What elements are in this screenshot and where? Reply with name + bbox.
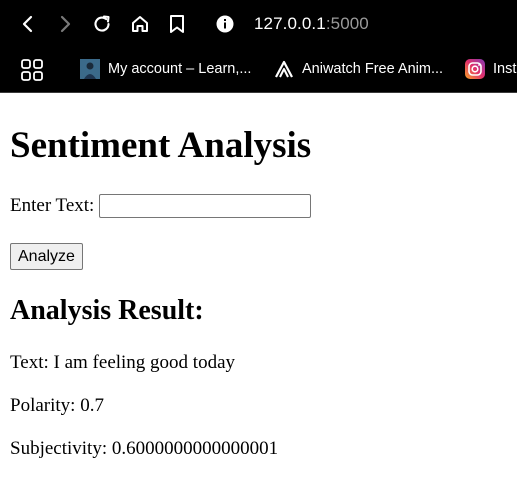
forward-arrow-icon[interactable] [51,10,79,38]
result-polarity: Polarity: 0.7 [10,395,104,416]
result-heading: Analysis Result: [10,295,204,326]
info-icon[interactable] [210,9,240,39]
bookmark-aniwatch[interactable]: Aniwatch Free Anim... [274,56,443,82]
toolbar-divider [0,92,517,93]
analyze-button[interactable]: Analyze [10,243,83,270]
url-port: :5000 [325,14,369,33]
back-arrow-icon[interactable] [14,10,42,38]
result-text: Text: I am feeling good today [10,352,236,373]
browser-toolbar: 127.0.0.1:5000 [0,0,517,48]
account-avatar-icon [80,59,100,79]
apps-grid-icon[interactable] [20,58,44,82]
bookmark-label: Aniwatch Free Anim... [302,61,444,77]
bookmark-label: My account – Learn,... [108,61,252,77]
input-label: Enter Text: [10,195,95,216]
bookmark-instagram[interactable]: Inst [465,56,516,82]
result-subjectivity: Subjectivity: 0.6000000000000001 [10,438,279,459]
home-icon[interactable] [126,10,154,38]
url-host: 127.0.0.1 [254,14,326,33]
text-input[interactable] [99,194,312,218]
instagram-icon [465,59,485,79]
aniwatch-logo-icon [275,60,293,78]
bookmark-icon[interactable] [163,10,191,38]
page-title: Sentiment Analysis [10,125,312,166]
url-text[interactable]: 127.0.0.1:5000 [254,14,369,34]
bookmark-label: Inst [493,61,517,77]
bookmark-my-account[interactable]: My account – Learn,... [80,56,251,82]
browser-chrome: 127.0.0.1:5000 My account – Learn,... An… [0,0,517,93]
bookmarks-bar: My account – Learn,... Aniwatch Free Ani… [0,48,517,92]
text-input-row: Enter Text: [10,194,312,218]
reload-icon[interactable] [88,10,116,38]
address-bar[interactable]: 127.0.0.1:5000 [210,8,510,40]
